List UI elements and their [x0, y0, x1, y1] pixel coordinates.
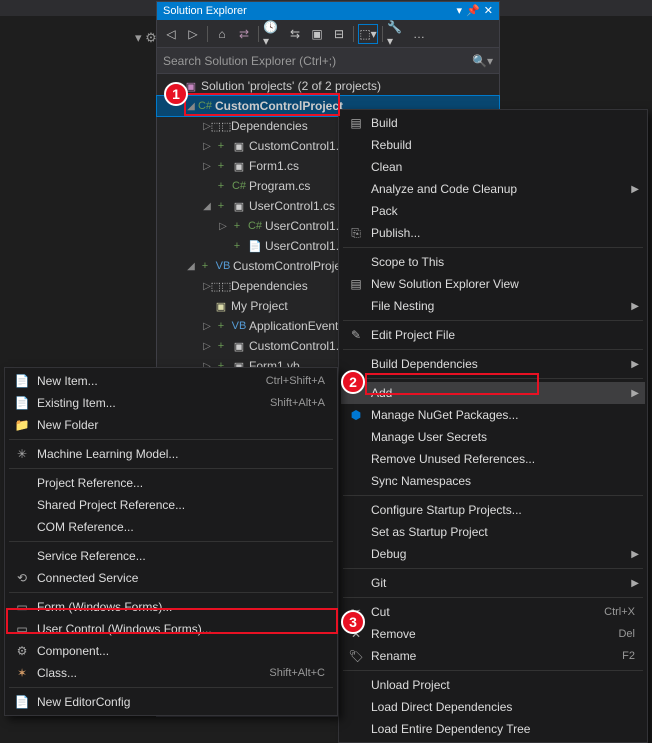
existingitem-icon: 📄 — [13, 396, 31, 410]
editorconfig-icon: 📄 — [13, 695, 31, 709]
nuget-icon: ⬢ — [347, 408, 365, 422]
connected-icon: ⟲ — [13, 571, 31, 585]
menu-serviceref[interactable]: Service Reference... — [7, 545, 335, 567]
menu-publish[interactable]: ⎘Publish... — [341, 222, 645, 244]
menu-loaddirect[interactable]: Load Direct Dependencies — [341, 696, 645, 718]
submenu-arrow-icon: ▶ — [631, 184, 639, 195]
submenu-arrow-icon: ▶ — [631, 301, 639, 312]
class-icon: ✶ — [13, 666, 31, 680]
menu-projectref[interactable]: Project Reference... — [7, 472, 335, 494]
submenu-arrow-icon: ▶ — [631, 578, 639, 589]
newitem-icon: 📄 — [13, 374, 31, 388]
menu-rebuild[interactable]: Rebuild — [341, 134, 645, 156]
menu-git[interactable]: Git▶ — [341, 572, 645, 594]
menu-setstartup[interactable]: Set as Startup Project — [341, 521, 645, 543]
callout-2-box — [365, 373, 539, 395]
menu-configstartup[interactable]: Configure Startup Projects... — [341, 499, 645, 521]
forward-icon[interactable]: ▷ — [183, 24, 203, 44]
menu-remove[interactable]: ✕RemoveDel — [341, 623, 645, 645]
build-icon: ▤ — [347, 116, 365, 130]
submenu-arrow-icon: ▶ — [631, 388, 639, 399]
menu-sharedref[interactable]: Shared Project Reference... — [7, 494, 335, 516]
nesting-icon[interactable]: ⬚▾ — [358, 24, 378, 44]
panel-title: Solution Explorer — [163, 2, 457, 20]
menu-removeunused[interactable]: Remove Unused References... — [341, 448, 645, 470]
home-icon[interactable]: ⌂ — [212, 24, 232, 44]
menu-scope[interactable]: Scope to This — [341, 251, 645, 273]
collapse-all-icon[interactable]: ⊟ — [329, 24, 349, 44]
menu-editproject[interactable]: ✎Edit Project File — [341, 324, 645, 346]
menu-newview[interactable]: ▤New Solution Explorer View — [341, 273, 645, 295]
panel-toolbar: ◁ ▷ ⌂ ⇄ 🕓▾ ⇆ ▣ ⊟ ⬚▾ 🔧▾ … — [157, 20, 499, 48]
newview-icon: ▤ — [347, 277, 365, 291]
callout-2: 2 — [341, 370, 365, 394]
menu-connectedservice[interactable]: ⟲Connected Service — [7, 567, 335, 589]
menu-clean[interactable]: Clean — [341, 156, 645, 178]
menu-filenesting[interactable]: File Nesting▶ — [341, 295, 645, 317]
callout-3-box — [6, 608, 338, 634]
context-menu-add: 📄New Item...Ctrl+Shift+A 📄Existing Item.… — [4, 367, 338, 716]
menu-newfolder[interactable]: 📁New Folder — [7, 414, 335, 436]
search-placeholder: Search Solution Explorer (Ctrl+;) — [163, 54, 472, 68]
menu-debug[interactable]: Debug▶ — [341, 543, 645, 565]
publish-icon: ⎘ — [347, 226, 365, 241]
menu-editorconfig[interactable]: 📄New EditorConfig — [7, 691, 335, 713]
pending-icon[interactable]: 🕓▾ — [263, 24, 283, 44]
pin-icon[interactable]: 📌 — [466, 2, 480, 20]
menu-class[interactable]: ✶Class...Shift+Alt+C — [7, 662, 335, 684]
show-all-icon[interactable]: ▣ — [307, 24, 327, 44]
search-box[interactable]: Search Solution Explorer (Ctrl+;) 🔍▾ — [157, 48, 499, 74]
menu-cut[interactable]: ✂CutCtrl+X — [341, 601, 645, 623]
ml-icon: ✳ — [13, 447, 31, 461]
menu-syncns[interactable]: Sync Namespaces — [341, 470, 645, 492]
menu-nuget[interactable]: ⬢Manage NuGet Packages... — [341, 404, 645, 426]
rename-icon: 🏷 — [347, 649, 365, 663]
close-icon[interactable]: ✕ — [484, 2, 493, 20]
callout-3: 3 — [341, 610, 365, 634]
folder-icon: 📁 — [13, 418, 31, 432]
edit-icon: ✎ — [347, 328, 365, 342]
menu-builddeps[interactable]: Build Dependencies▶ — [341, 353, 645, 375]
menu-secrets[interactable]: Manage User Secrets — [341, 426, 645, 448]
component-icon: ⚙ — [13, 644, 31, 658]
callout-1: 1 — [164, 82, 188, 106]
sync-icon[interactable]: ⇆ — [285, 24, 305, 44]
gear-icon[interactable]: ▾ ⚙ — [135, 30, 157, 46]
context-menu-project: ▤Build Rebuild Clean Analyze and Code Cl… — [338, 109, 648, 743]
search-icon[interactable]: 🔍▾ — [472, 54, 493, 68]
switch-views-icon[interactable]: ⇄ — [234, 24, 254, 44]
menu-build[interactable]: ▤Build — [341, 112, 645, 134]
submenu-arrow-icon: ▶ — [631, 549, 639, 560]
submenu-arrow-icon: ▶ — [631, 359, 639, 370]
menu-analyze[interactable]: Analyze and Code Cleanup▶ — [341, 178, 645, 200]
callout-1-box — [184, 93, 340, 116]
menu-loadtree[interactable]: Load Entire Dependency Tree — [341, 718, 645, 740]
preview-icon[interactable]: … — [409, 24, 429, 44]
menu-existingitem[interactable]: 📄Existing Item...Shift+Alt+A — [7, 392, 335, 414]
back-icon[interactable]: ◁ — [161, 24, 181, 44]
menu-unload[interactable]: Unload Project — [341, 674, 645, 696]
panel-title-bar: Solution Explorer ▾ 📌 ✕ — [157, 2, 499, 20]
menu-rename[interactable]: 🏷RenameF2 — [341, 645, 645, 667]
dropdown-icon[interactable]: ▾ — [457, 2, 463, 20]
menu-newitem[interactable]: 📄New Item...Ctrl+Shift+A — [7, 370, 335, 392]
menu-comref[interactable]: COM Reference... — [7, 516, 335, 538]
menu-pack[interactable]: Pack — [341, 200, 645, 222]
properties-icon[interactable]: 🔧▾ — [387, 24, 407, 44]
menu-mlmodel[interactable]: ✳Machine Learning Model... — [7, 443, 335, 465]
menu-component[interactable]: ⚙Component... — [7, 640, 335, 662]
